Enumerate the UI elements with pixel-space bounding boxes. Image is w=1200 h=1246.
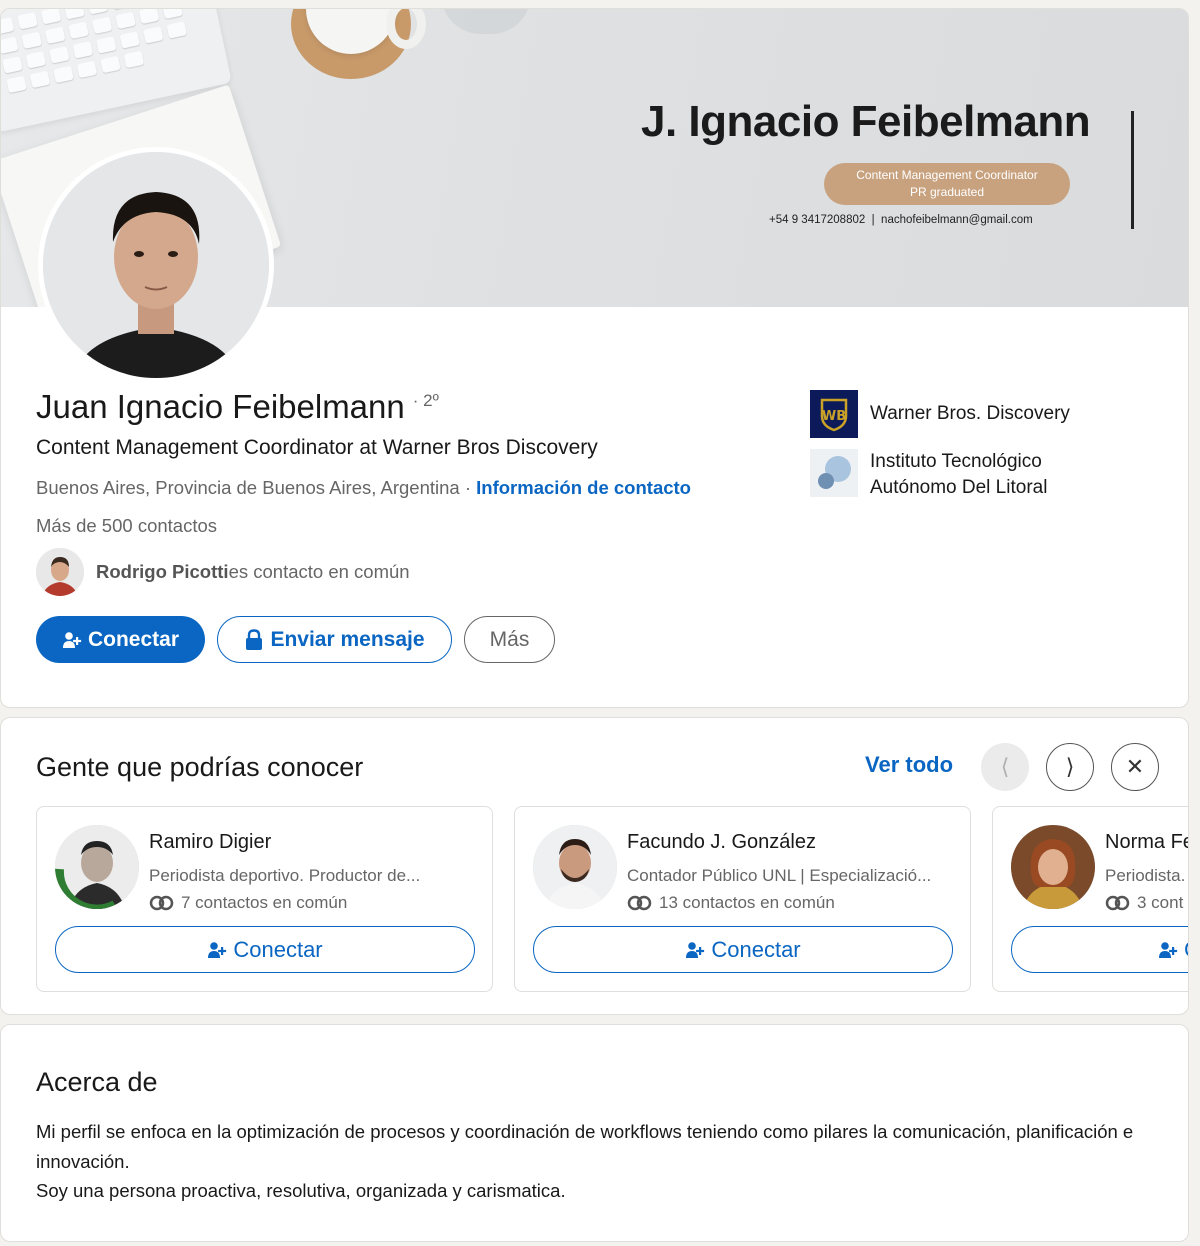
suggestion-card[interactable]: Norma Fe Periodista. 3 cont Co [992, 806, 1188, 992]
location-separator: · [459, 477, 477, 498]
suggestion-name[interactable]: Norma Fe [1105, 831, 1188, 854]
suggestion-connect-button[interactable]: Conectar [55, 926, 475, 973]
suggestion-name[interactable]: Ramiro Digier [149, 831, 271, 854]
suggestion-connect-label: Conectar [711, 936, 801, 962]
send-message-label: Enviar mensaje [270, 627, 425, 651]
suggestion-avatar [533, 825, 617, 909]
profile-name-row: Juan Ignacio Feibelmann · 2º [36, 388, 439, 426]
about-title: Acerca de [36, 1067, 158, 1097]
suggestion-card[interactable]: Facundo J. González Contador Público UNL… [514, 806, 971, 992]
banner-pill-line2: PR graduated [909, 185, 985, 199]
about-line-2: Soy una persona proactiva, resolutiva, o… [36, 1180, 566, 1201]
suggestion-connect-label: Conectar [233, 936, 323, 962]
suggestion-connect-label: Co [1184, 937, 1188, 963]
connect-button[interactable]: Conectar [36, 616, 205, 663]
add-person-icon [208, 941, 227, 958]
suggestion-headline: Periodista deportivo. Productor de... [149, 866, 421, 885]
suggestion-headline: Contador Público UNL | Especializació... [627, 866, 932, 885]
mutual-suffix: es contacto en común [228, 561, 410, 582]
send-message-button[interactable]: Enviar mensaje [217, 616, 452, 663]
mutual-connections-icon [627, 895, 652, 911]
org-instituto[interactable]: Instituto Tecnológico Autónomo Del Litor… [810, 449, 1100, 501]
chevron-right-icon: ⟩ [1065, 754, 1075, 779]
close-icon: ✕ [1125, 754, 1145, 779]
org-instituto-name: Instituto Tecnológico Autónomo Del Litor… [870, 451, 1048, 498]
banner-separator: | [871, 214, 875, 226]
add-person-icon [686, 941, 705, 958]
suggestion-headline: Periodista. [1105, 866, 1186, 885]
banner-phone: +54 9 3417208802 [769, 214, 866, 226]
glass-decoration [441, 9, 531, 34]
about-line-1: Mi perfil se enfoca en la optimización d… [36, 1121, 1134, 1172]
contact-info-link[interactable]: Información de contacto [476, 477, 691, 498]
suggestion-avatar [1011, 825, 1095, 909]
profile-name: Juan Ignacio Feibelmann [36, 388, 405, 425]
add-person-icon [1159, 941, 1178, 958]
mutual-name: Rodrigo Picotti [96, 561, 229, 582]
profile-avatar[interactable] [38, 147, 274, 383]
profile-card: J. Ignacio Feibelmann Content Management… [0, 8, 1189, 708]
more-button[interactable]: Más [464, 616, 555, 663]
connections-count[interactable]: Más de 500 contactos [36, 515, 217, 537]
person-photo-icon [55, 825, 139, 909]
suggestion-mutual-text: 13 contactos en común [659, 893, 835, 912]
banner-name: J. Ignacio Feibelmann [641, 97, 1091, 146]
add-person-icon [62, 631, 82, 648]
svg-text:WB: WB [822, 409, 846, 424]
suggestion-card[interactable]: Ramiro Digier Periodista deportivo. Prod… [36, 806, 493, 992]
suggestion-mutual: 7 contactos en común [149, 893, 347, 913]
org-warner-name: Warner Bros. Discovery [870, 403, 1070, 424]
person-photo-icon [43, 152, 269, 378]
mutual-connections-icon [149, 895, 174, 911]
banner-role-pill: Content Management Coordinator PR gradua… [824, 163, 1070, 205]
org-warner[interactable]: WB Warner Bros. Discovery [810, 390, 1070, 438]
lock-icon [246, 628, 263, 650]
profile-location: Buenos Aires, Provincia de Buenos Aires,… [36, 477, 460, 498]
banner-email: nachofeibelmann@gmail.com [881, 214, 1033, 226]
banner-contact: +54 9 3417208802 | nachofeibelmann@gmail… [769, 214, 1033, 226]
prev-button[interactable]: ⟨ [981, 743, 1029, 791]
suggestion-name[interactable]: Facundo J. González [627, 831, 816, 854]
circles-logo-icon [810, 449, 858, 497]
suggestion-mutual: 3 cont [1105, 893, 1183, 913]
about-text: Mi perfil se enfoca en la optimización d… [36, 1117, 1146, 1206]
suggestion-mutual-text: 3 cont [1137, 893, 1184, 912]
profile-headline: Content Management Coordinator at Warner… [36, 436, 598, 459]
suggestion-mutual-text: 7 contactos en común [181, 893, 348, 912]
dismiss-button[interactable]: ✕ [1111, 743, 1159, 791]
connection-degree: · 2º [412, 391, 439, 410]
next-button[interactable]: ⟩ [1046, 743, 1094, 791]
see-all-link[interactable]: Ver todo [865, 752, 953, 778]
profile-location-row: Buenos Aires, Provincia de Buenos Aires,… [36, 477, 691, 499]
suggestion-connect-button[interactable]: Co [1011, 926, 1188, 973]
connect-label: Conectar [87, 627, 180, 651]
suggestion-connect-button[interactable]: Conectar [533, 926, 953, 973]
mutual-avatar [36, 548, 84, 596]
pymk-title: Gente que podrías conocer [36, 752, 364, 782]
person-photo-icon [1011, 825, 1095, 909]
banner-pill-line1: Content Management Coordinator [856, 168, 1038, 182]
banner-divider [1131, 111, 1134, 229]
wb-shield-icon: WB [810, 390, 858, 438]
mutual-connections-icon [1105, 895, 1130, 911]
mutual-connection[interactable]: Rodrigo Picotti es contacto en común [36, 548, 410, 596]
suggestion-mutual: 13 contactos en común [627, 893, 835, 913]
person-photo-icon [36, 548, 84, 596]
chevron-left-icon: ⟨ [1000, 754, 1010, 779]
person-photo-icon [533, 825, 617, 909]
suggestion-avatar [55, 825, 139, 909]
